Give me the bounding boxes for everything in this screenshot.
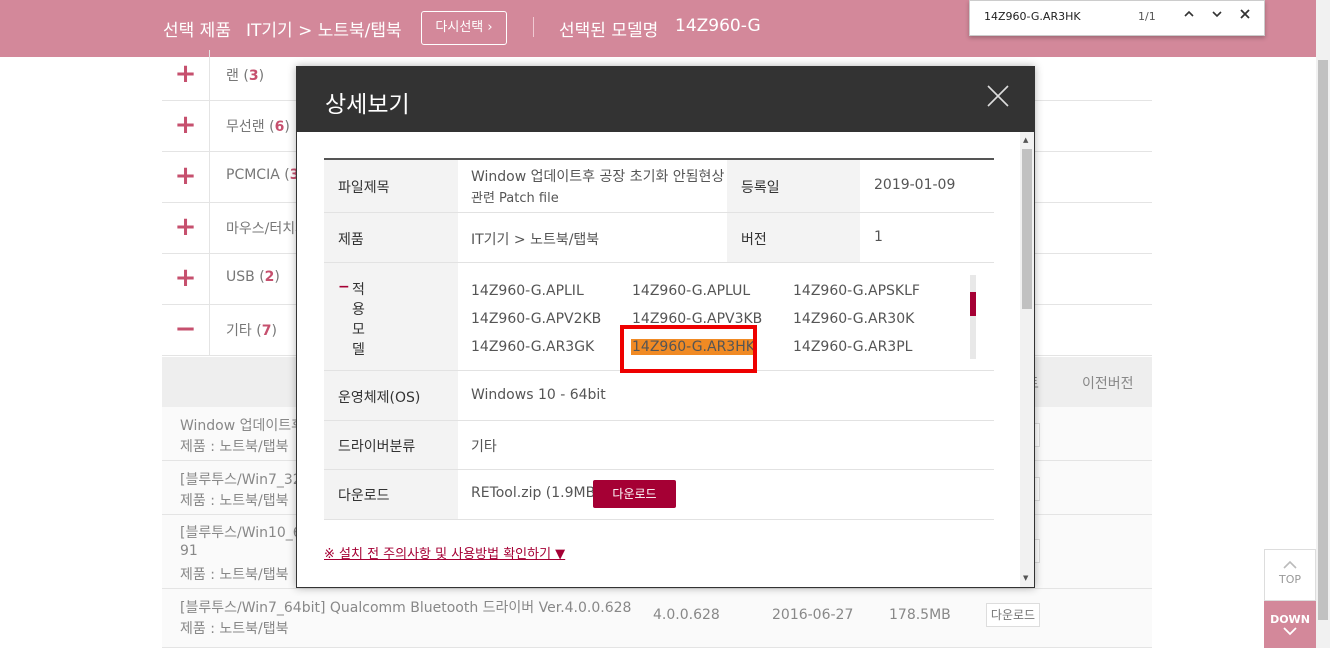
scroll-top-label: TOP (1278, 573, 1301, 586)
row-product: 제품 : 노트북/탭북 (180, 621, 289, 637)
model-item: 14Z960-G.AR3PL (793, 339, 913, 355)
modal-header: 상세보기 (297, 67, 1034, 132)
row-title[interactable]: [블루투스/Win10_6 (180, 522, 302, 542)
model-item: 14Z960-G.AR30K (793, 311, 915, 327)
scroll-down-arrow-icon[interactable]: ▼ (1023, 574, 1028, 582)
model-item: 14Z960-G.APV2KB (471, 311, 602, 327)
reg-date-label: 등록일 (741, 180, 780, 196)
row-title-cont: 91 (180, 543, 198, 559)
category-label: 기타 (7) (226, 323, 277, 339)
scroll-top-button[interactable]: TOP (1264, 549, 1316, 601)
row-title[interactable]: Window 업데이트후 (180, 415, 304, 435)
models-label: 적용모델 − (338, 279, 365, 358)
version-value: 1 (874, 229, 883, 245)
expand-icon[interactable]: + (162, 203, 210, 253)
file-title-line2: 관련 Patch file (471, 191, 559, 206)
page-scrollbar-thumb[interactable] (1318, 60, 1328, 620)
install-notice-link[interactable]: ※ 설치 전 주의사항 및 사용방법 확인하기 ▼ (324, 543, 565, 562)
expand-icon[interactable]: + (162, 152, 210, 202)
collapse-icon[interactable]: − (162, 305, 210, 355)
model-item: 14Z960-G.APLIL (471, 283, 584, 299)
row-size: 178.5MB (889, 607, 951, 623)
row-version: 4.0.0.628 (653, 607, 720, 623)
scroll-down-label: DOWN (1270, 613, 1310, 626)
row-title[interactable]: [블루투스/Win7_32 (180, 469, 302, 489)
download-button[interactable]: 다운로드 (986, 603, 1040, 627)
find-count: 1/1 (1138, 10, 1156, 23)
modal-title: 상세보기 (325, 92, 410, 118)
category-label: PCMCIA (3 (226, 167, 300, 183)
detail-row-file-title: 파일제목 Window 업데이트후 공장 초기화 안됨현상 관련 Patch f… (324, 160, 994, 213)
reselect-button[interactable]: 다시선택 › (421, 11, 507, 45)
file-title-line1: Window 업데이트후 공장 초기화 안됨현상 (471, 169, 725, 185)
modal-scrollbar[interactable]: ▲ ▼ (1020, 132, 1034, 587)
download-button[interactable]: 다운로드 (593, 480, 676, 508)
chevron-up-icon (1283, 560, 1297, 569)
collapse-icon[interactable]: − (338, 279, 350, 295)
header-divider (533, 17, 534, 37)
selected-model-label: 선택된 모델명 (559, 21, 659, 41)
model-list-scrollbar-thumb[interactable] (970, 292, 976, 316)
find-next-icon[interactable] (1207, 7, 1227, 27)
model-list-scrollbar[interactable] (970, 275, 976, 359)
row-title[interactable]: [블루투스/Win7_64bit] Qualcomm Bluetooth 드라이… (180, 597, 631, 617)
row-product: 제품 : 노트북/탭북 (180, 493, 289, 509)
reg-date-value: 2019-01-09 (874, 177, 956, 193)
find-close-icon[interactable] (1235, 7, 1255, 27)
product-label: 제품 (338, 232, 364, 248)
category-label: 랜 (3) (226, 68, 265, 84)
expand-icon[interactable]: + (162, 50, 210, 100)
model-item: 14Z960-G.APLUL (632, 283, 751, 299)
file-name: RETool.zip (1.9MB) (471, 485, 601, 501)
selected-model-name: 14Z960-G (675, 16, 761, 36)
detail-row-os: 운영체제(OS) Windows 10 - 64bit (324, 371, 994, 421)
expand-icon[interactable]: + (162, 101, 210, 151)
find-bar: 14Z960-G.AR3HK 1/1 (969, 0, 1265, 36)
row-product: 제품 : 노트북/탭북 (180, 439, 289, 455)
chevron-down-icon (1283, 627, 1297, 636)
category-label: USB (2) (226, 269, 280, 285)
row-product: 제품 : 노트북/탭북 (180, 567, 289, 583)
column-header-previous-version[interactable]: 이전버전 (1082, 373, 1134, 393)
breadcrumb: IT기기 > 노트북/탭북 (246, 21, 402, 41)
annotation-box (620, 325, 757, 373)
download-label: 다운로드 (338, 488, 390, 504)
model-item: 14Z960-G.AR3GK (471, 339, 595, 355)
scroll-up-arrow-icon[interactable]: ▲ (1023, 136, 1028, 144)
file-title-label: 파일제목 (338, 180, 390, 196)
modal-scrollbar-thumb[interactable] (1022, 149, 1032, 309)
detail-row-product: 제품 IT기기 > 노트북/탭북 버전 1 (324, 213, 994, 263)
category-label: 무선랜 (6) (226, 119, 290, 135)
model-item: 14Z960-G.APSKLF (793, 283, 920, 299)
close-icon[interactable] (983, 81, 1013, 111)
table-row[interactable]: [블루투스/Win7_64bit] Qualcomm Bluetooth 드라이… (162, 589, 1152, 648)
find-prev-icon[interactable] (1179, 7, 1199, 27)
product-value: IT기기 > 노트북/탭북 (471, 232, 600, 248)
row-date: 2016-06-27 (772, 607, 854, 623)
select-product-label: 선택 제품 (163, 21, 231, 41)
find-input[interactable]: 14Z960-G.AR3HK (984, 10, 1081, 23)
page-scrollbar[interactable] (1316, 0, 1330, 648)
os-label: 운영체제(OS) (338, 390, 421, 406)
os-value: Windows 10 - 64bit (471, 387, 606, 403)
driver-label: 드라이버분류 (338, 439, 416, 455)
detail-row-download: 다운로드 RETool.zip (1.9MB) 다운로드 (324, 470, 994, 520)
detail-table: 파일제목 Window 업데이트후 공장 초기화 안됨현상 관련 Patch f… (324, 158, 994, 520)
driver-value: 기타 (471, 439, 497, 455)
expand-icon[interactable]: + (162, 254, 210, 304)
version-label: 버전 (741, 232, 767, 248)
scroll-down-button[interactable]: DOWN (1264, 601, 1316, 648)
detail-row-driver: 드라이버분류 기타 (324, 421, 994, 470)
